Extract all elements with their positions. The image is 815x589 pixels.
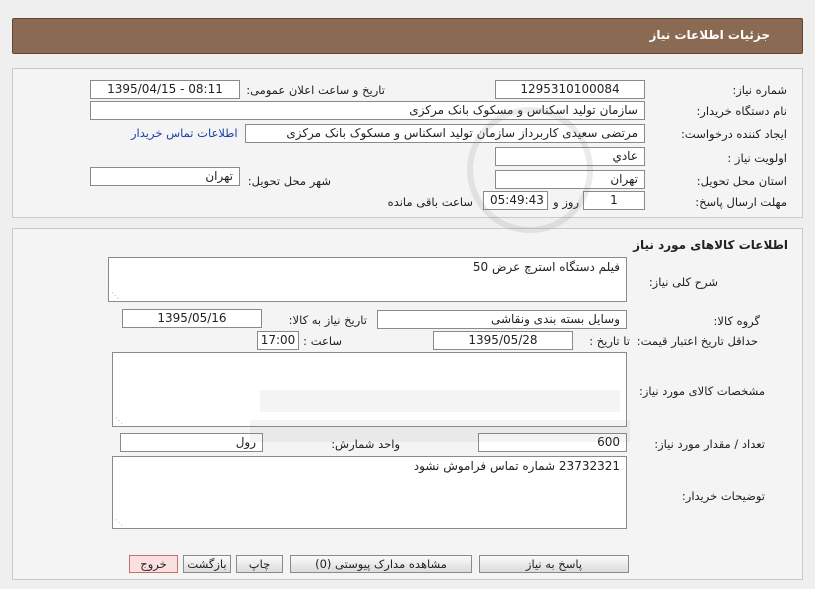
province-field: تهران [495,170,645,189]
need-number-field: 1295310100084 [495,80,645,99]
buyer-org-label: نام دستگاه خریدار: [696,104,787,118]
goods-section-title: اطلاعات کالاهای مورد نیاز [633,238,788,252]
validity-time-field: 17:00 [257,331,299,350]
announce-date-label: تاریخ و ساعت اعلان عمومی: [246,83,385,97]
resize-grip-icon: ⋰ [115,416,123,425]
priority-label: اولویت نیاز : [727,151,787,165]
need-number-label: شماره نیاز: [732,83,787,97]
buyer-notes-textarea: 23732321 شماره تماس فراموش نشود ⋰ [112,456,627,529]
buyer-notes-label: توضیحات خریدار: [681,489,765,503]
page-title: جزئیات اطلاعات نیاز [649,28,770,42]
requester-field: مرتضی سعیدی کاربرداز سازمان تولید اسکناس… [245,124,645,143]
attachments-button[interactable]: مشاهده مدارک پیوستی (0) [290,555,472,573]
buyer-notes-text: 23732321 شماره تماس فراموش نشود [413,459,620,473]
priority-field: عادي [495,147,645,166]
validity-time-label: ساعت : [303,334,342,348]
price-validity-label: حداقل تاریخ اعتبار قیمت: [636,334,758,348]
description-textarea: فیلم دستگاه استرچ عرض 50 ⋰ [108,257,627,302]
goods-group-label: گروه کالا: [713,314,760,328]
specs-label: مشخصات کالای مورد نیاز: [638,384,765,398]
reply-button[interactable]: پاسخ به نیاز [479,555,629,573]
requester-label: ایجاد کننده درخواست: [681,127,787,141]
deadline-label: مهلت ارسال پاسخ: [695,195,787,209]
description-label: شرح کلی نیاز: [648,275,718,289]
unit-label: واحد شمارش: [331,437,400,451]
announce-date-field: 1395/04/15 - 08:11 [90,80,240,99]
buyer-org-field: سازمان تولید اسکناس و مسکوک بانک مرکزی [90,101,645,120]
exit-button[interactable]: خروج [129,555,178,573]
page-header: جزئیات اطلاعات نیاز [12,18,803,54]
resize-grip-icon: ⋰ [115,518,123,527]
unit-field: رول [120,433,263,452]
city-field: تهران [90,167,240,186]
until-date-label: تا تاریخ : [589,334,630,348]
quantity-field: 600 [478,433,627,452]
need-date-label: تاریخ نیاز به کالا: [288,313,367,327]
days-field: 1 [583,191,645,210]
description-text: فیلم دستگاه استرچ عرض 50 [472,260,620,274]
city-label: شهر محل تحویل: [247,174,331,188]
goods-group-field: وسایل بسته بندی ونقاشی [377,310,627,329]
days-unit-label: روز و [553,195,579,209]
need-date-field: 1395/05/16 [122,309,262,328]
resize-grip-icon: ⋰ [111,291,119,300]
back-button[interactable]: بازگشت [183,555,231,573]
print-button[interactable]: چاپ [236,555,283,573]
time-left-field: 05:49:43 [483,191,548,210]
quantity-label: تعداد / مقدار مورد نیاز: [654,437,765,451]
time-left-label: ساعت باقی مانده [387,195,473,209]
specs-textarea: ⋰ [112,352,627,427]
buyer-contact-link[interactable]: اطلاعات تماس خریدار [131,126,238,140]
validity-date-field: 1395/05/28 [433,331,573,350]
province-label: استان محل تحویل: [696,174,787,188]
